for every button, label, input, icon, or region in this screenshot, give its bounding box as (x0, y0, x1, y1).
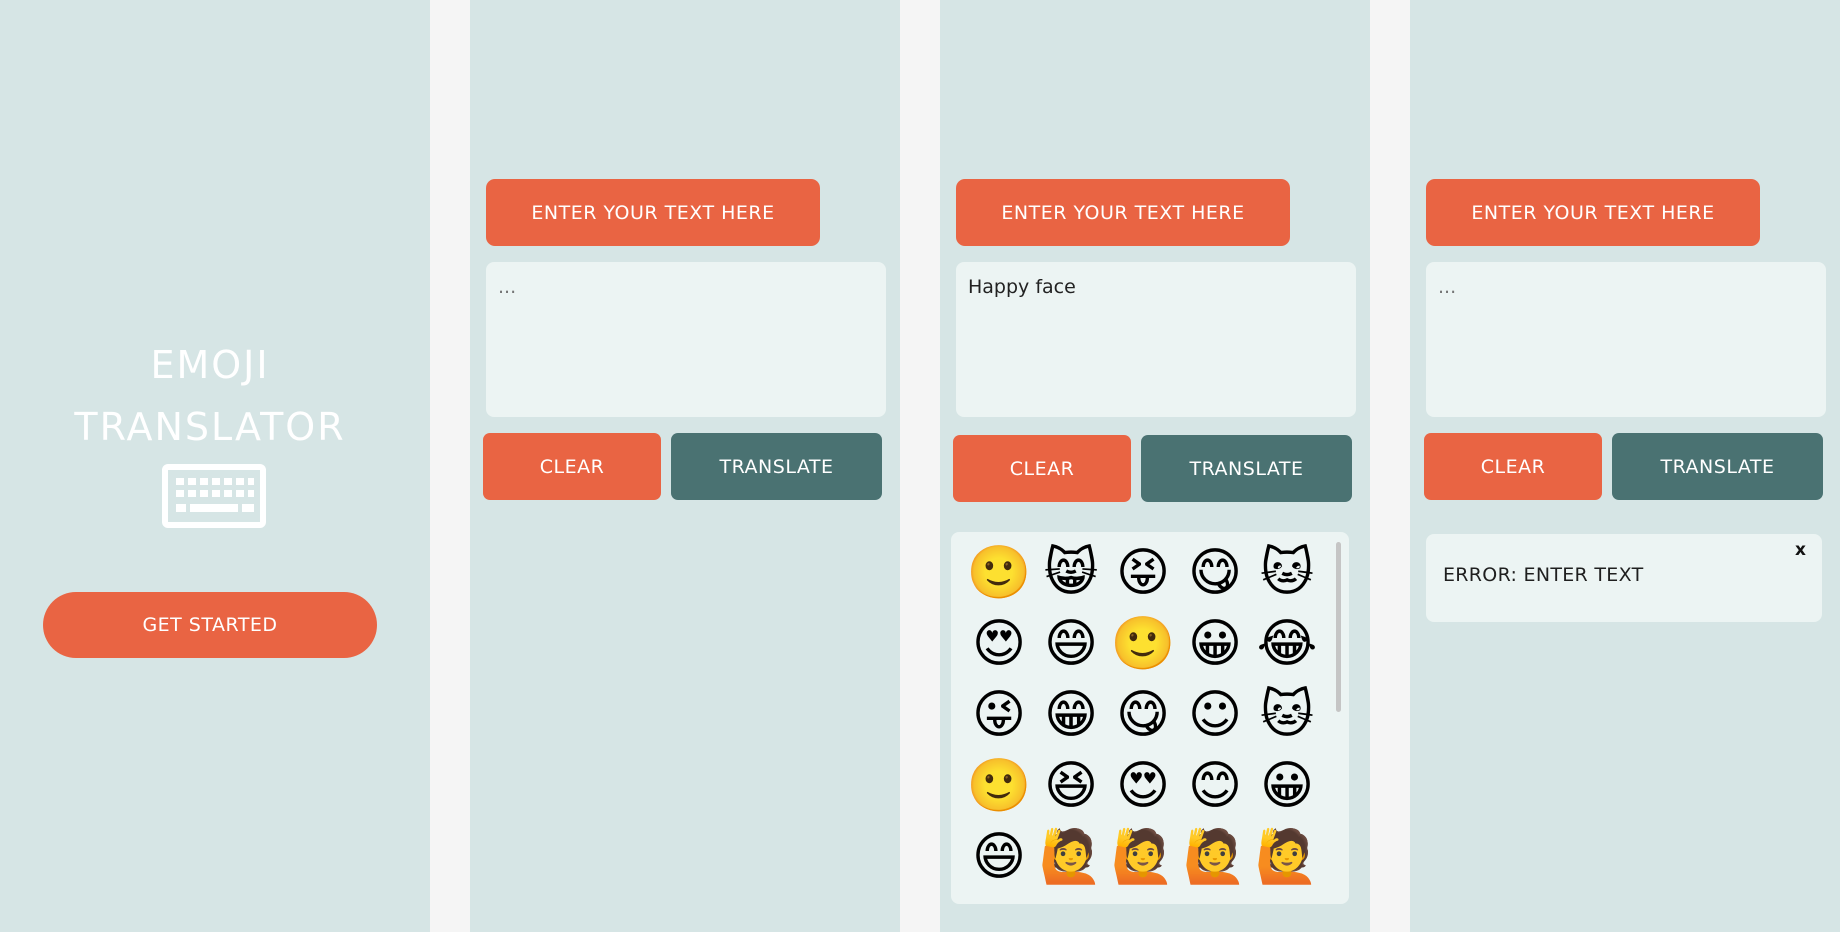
emoji-item[interactable]: 😍 (963, 609, 1035, 680)
input-screen-error: ENTER YOUR TEXT HERE CLEAR TRANSLATE ERR… (1410, 0, 1840, 932)
clear-button[interactable]: CLEAR (953, 435, 1131, 502)
translate-button[interactable]: TRANSLATE (671, 433, 882, 500)
emoji-item[interactable]: 🐱 (1251, 538, 1323, 609)
emoji-item[interactable]: 😂 (1251, 609, 1323, 680)
emoji-item[interactable]: 🙂 (963, 538, 1035, 609)
emoji-item[interactable]: 😁 (1035, 680, 1107, 751)
emoji-item[interactable]: 😸 (1035, 538, 1107, 609)
error-message-box: ERROR: ENTER TEXT x (1426, 534, 1822, 622)
get-started-button[interactable]: GET STARTED (43, 592, 377, 658)
app-title-line1: EMOJI (150, 343, 270, 387)
close-icon[interactable]: x (1795, 540, 1806, 560)
input-screen-empty: ENTER YOUR TEXT HERE CLEAR TRANSLATE (470, 0, 900, 932)
keyboard-icon (162, 464, 266, 528)
clear-button[interactable]: CLEAR (483, 433, 661, 500)
text-input[interactable] (1426, 262, 1826, 417)
emoji-item[interactable]: 🐱 (1251, 680, 1323, 751)
emoji-item[interactable]: 😄 (1035, 609, 1107, 680)
text-input[interactable]: Happy face (956, 262, 1356, 417)
emoji-item[interactable]: 😜 (963, 680, 1035, 751)
app-title-line2: TRANSLATOR (74, 405, 346, 449)
emoji-item[interactable]: 😄 (963, 822, 1035, 893)
landing-screen: EMOJI TRANSLATOR GET STARTED (0, 0, 430, 932)
enter-text-header-button[interactable]: ENTER YOUR TEXT HERE (486, 179, 820, 246)
scrollbar[interactable] (1336, 542, 1341, 712)
emoji-item[interactable]: 😀 (1251, 751, 1323, 822)
clear-button[interactable]: CLEAR (1424, 433, 1602, 500)
emoji-item[interactable]: 😋 (1179, 538, 1251, 609)
emoji-item[interactable]: 🙋 (1107, 822, 1179, 893)
emoji-item[interactable]: 🙋 (1251, 822, 1323, 893)
emoji-item[interactable]: 😊 (1179, 751, 1251, 822)
emoji-item[interactable]: 🙂 (1107, 609, 1179, 680)
emoji-item[interactable]: 😝 (1107, 538, 1179, 609)
translate-button[interactable]: TRANSLATE (1141, 435, 1352, 502)
input-screen-results: ENTER YOUR TEXT HERE Happy face CLEAR TR… (940, 0, 1370, 932)
emoji-item[interactable]: 😍 (1107, 751, 1179, 822)
text-input[interactable] (486, 262, 886, 417)
error-message: ERROR: ENTER TEXT (1443, 564, 1644, 586)
emoji-item[interactable]: 😋 (1107, 680, 1179, 751)
app-title: EMOJI TRANSLATOR (0, 334, 420, 458)
emoji-results-list[interactable]: 🙂 😸 😝 😋 🐱 😍 😄 🙂 😀 😂 😜 😁 😋 ☺ 🐱 🙂 😆 😍 😊 😀 😄 🙋 🙋 🙋 🙋 (951, 532, 1349, 904)
emoji-item[interactable]: 🙂 (963, 751, 1035, 822)
enter-text-header-button[interactable]: ENTER YOUR TEXT HERE (1426, 179, 1760, 246)
emoji-item[interactable]: 😆 (1035, 751, 1107, 822)
emoji-item[interactable]: 🙋 (1179, 822, 1251, 893)
emoji-item[interactable]: 🙋 (1035, 822, 1107, 893)
translate-button[interactable]: TRANSLATE (1612, 433, 1823, 500)
emoji-grid: 🙂 😸 😝 😋 🐱 😍 😄 🙂 😀 😂 😜 😁 😋 ☺ 🐱 🙂 😆 😍 😊 😀 😄 🙋 🙋 🙋 🙋 (963, 538, 1323, 893)
emoji-item[interactable]: 😀 (1179, 609, 1251, 680)
enter-text-header-button[interactable]: ENTER YOUR TEXT HERE (956, 179, 1290, 246)
emoji-item[interactable]: ☺ (1179, 680, 1251, 751)
